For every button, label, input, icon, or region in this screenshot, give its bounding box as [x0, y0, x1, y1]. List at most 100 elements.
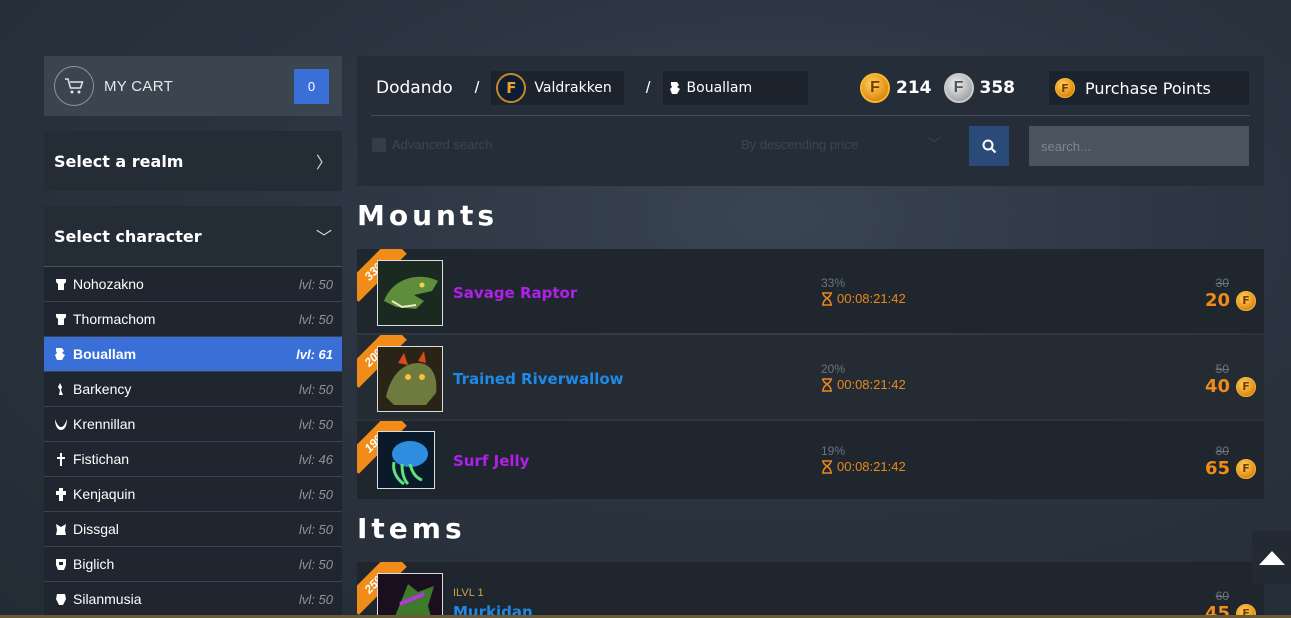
character-level: lvl: 50 — [299, 311, 333, 327]
shopping-cart-icon — [54, 66, 94, 106]
points-balance: F 214 F 358 — [860, 71, 1027, 105]
character-level: lvl: 50 — [299, 591, 333, 607]
gold-coin-icon: F — [1236, 458, 1256, 479]
character-level: lvl: 61 — [296, 346, 333, 362]
character-name: Barkency — [73, 381, 132, 397]
section-title-mounts: Mounts — [357, 199, 499, 232]
product-name[interactable]: Trained Riverwallow — [453, 370, 624, 388]
product-row[interactable]: 19% Surf Jelly 19% 00:08:21:42 80 65 F — [357, 421, 1264, 499]
product-name[interactable]: Surf Jelly — [453, 452, 529, 470]
character-name: Nohozakno — [73, 276, 144, 292]
select-realm-panel[interactable]: Select a realm 〉 — [44, 131, 342, 191]
druid-icon — [54, 346, 68, 362]
character-info: Silanmusia — [54, 591, 141, 607]
old-price: 50 — [1215, 362, 1229, 376]
character-info: Kenjaquin — [54, 486, 135, 502]
product-row[interactable]: 20% Trained Riverwallow 20% 00:08:21:42 … — [357, 335, 1264, 419]
surf-jelly-thumbnail — [377, 431, 435, 489]
character-item[interactable]: Biglich lvl: 50 — [44, 547, 342, 582]
price: 20 F — [1205, 290, 1256, 311]
breadcrumb: Dodando / F Valdrakken / Bouallam — [357, 71, 808, 105]
discount-percent: 19% — [821, 444, 846, 458]
product-name[interactable]: Savage Raptor — [453, 284, 577, 302]
character-name: Biglich — [73, 556, 115, 572]
hourglass-icon — [822, 291, 832, 306]
sort-select[interactable]: By descending price — [741, 137, 941, 152]
price-value: 65 — [1204, 458, 1230, 479]
discount-percent: 33% — [821, 276, 846, 290]
cart-button[interactable]: MY CART 0 — [44, 56, 342, 116]
character-item[interactable]: Barkency lvl: 50 — [44, 372, 342, 407]
select-character-panel[interactable]: Select character ﹀ — [44, 206, 342, 267]
breadcrumb-character[interactable]: Bouallam — [662, 71, 808, 105]
timer-value: 00:08:21:42 — [837, 377, 906, 392]
search-icon — [982, 139, 996, 153]
character-level: lvl: 50 — [299, 556, 333, 572]
price-value: 40 — [1204, 376, 1230, 397]
character-level: lvl: 50 — [299, 276, 333, 292]
price-value: 20 — [1204, 290, 1230, 311]
breadcrumb-user[interactable]: Dodando — [376, 78, 453, 98]
character-item[interactable]: Bouallam lvl: 61 — [44, 337, 342, 372]
product-row[interactable]: 25% ILVL 1 Murkidan 60 45 F — [357, 562, 1264, 618]
character-item[interactable]: Silanmusia lvl: 50 — [44, 582, 342, 617]
silver-points-value: 358 — [979, 78, 1016, 98]
chevron-right-icon: 〉 — [315, 155, 332, 172]
druid-icon — [668, 80, 682, 96]
warlock-icon — [54, 521, 68, 537]
character-item[interactable]: Nohozakno lvl: 50 — [44, 267, 342, 302]
price: 40 F — [1205, 376, 1256, 397]
select-realm-title: Select a realm — [54, 151, 184, 171]
priest-icon — [54, 486, 68, 502]
arrow-up-icon — [1258, 550, 1285, 565]
gold-coin-icon: F — [1236, 376, 1256, 397]
character-info: Bouallam — [54, 346, 136, 362]
shaman-icon — [54, 591, 68, 607]
gold-points-value: 214 — [896, 78, 932, 98]
death-knight-icon — [54, 556, 68, 572]
character-info: Dissgal — [54, 521, 119, 537]
character-level: lvl: 50 — [299, 521, 333, 537]
character-name: Kenjaquin — [73, 486, 136, 502]
hunter-icon — [54, 381, 68, 397]
advanced-search-checkbox[interactable] — [372, 137, 386, 152]
sale-timer: 00:08:21:42 — [821, 459, 906, 474]
product-row[interactable]: 33% Savage Raptor 33% 00:08:21:42 30 20 … — [357, 249, 1264, 333]
old-price: 80 — [1215, 444, 1229, 458]
character-info: Biglich — [54, 556, 114, 572]
timer-value: 00:08:21:42 — [837, 459, 906, 474]
character-level: lvl: 50 — [299, 486, 333, 502]
character-item[interactable]: Thormachom lvl: 50 — [44, 302, 342, 337]
divider — [371, 115, 1250, 116]
chevron-down-icon: ﹀ — [927, 136, 941, 152]
character-name: Bouallam — [73, 346, 137, 362]
breadcrumb-realm[interactable]: F Valdrakken — [491, 71, 624, 105]
character-item[interactable]: Fistichan lvl: 46 — [44, 442, 342, 477]
search-input[interactable] — [1029, 126, 1249, 166]
scroll-to-top-button[interactable] — [1252, 531, 1291, 584]
rogue-icon — [54, 451, 68, 467]
character-info: Krennillan — [54, 416, 135, 432]
character-info: Nohozakno — [54, 276, 144, 292]
character-name: Fistichan — [73, 451, 130, 467]
advanced-search-toggle[interactable]: Advanced search — [372, 137, 492, 152]
breadcrumb-separator: / — [474, 78, 480, 97]
character-item[interactable]: Kenjaquin lvl: 50 — [44, 477, 342, 512]
paladin-icon — [54, 311, 68, 327]
search-button[interactable] — [969, 126, 1009, 166]
cart-count-badge: 0 — [294, 69, 329, 104]
hourglass-icon — [822, 377, 832, 392]
chevron-down-icon: ﹀ — [315, 230, 332, 247]
breadcrumb-realm-label: Valdrakken — [534, 80, 612, 96]
gold-coin-icon: F — [860, 73, 890, 103]
cart-label: MY CART — [104, 77, 174, 95]
silver-coin-icon: F — [943, 73, 974, 103]
sale-timer: 00:08:21:42 — [821, 377, 906, 392]
character-item[interactable]: Krennillan lvl: 50 — [44, 407, 342, 442]
demon-hunter-icon — [54, 416, 68, 432]
item-level: ILVL 1 — [453, 587, 484, 599]
purchase-points-button[interactable]: F Purchase Points — [1049, 71, 1249, 105]
discount-percent: 20% — [821, 362, 846, 376]
character-item[interactable]: Dissgal lvl: 50 — [44, 512, 342, 547]
trained-riverwallow-thumbnail — [377, 346, 443, 412]
